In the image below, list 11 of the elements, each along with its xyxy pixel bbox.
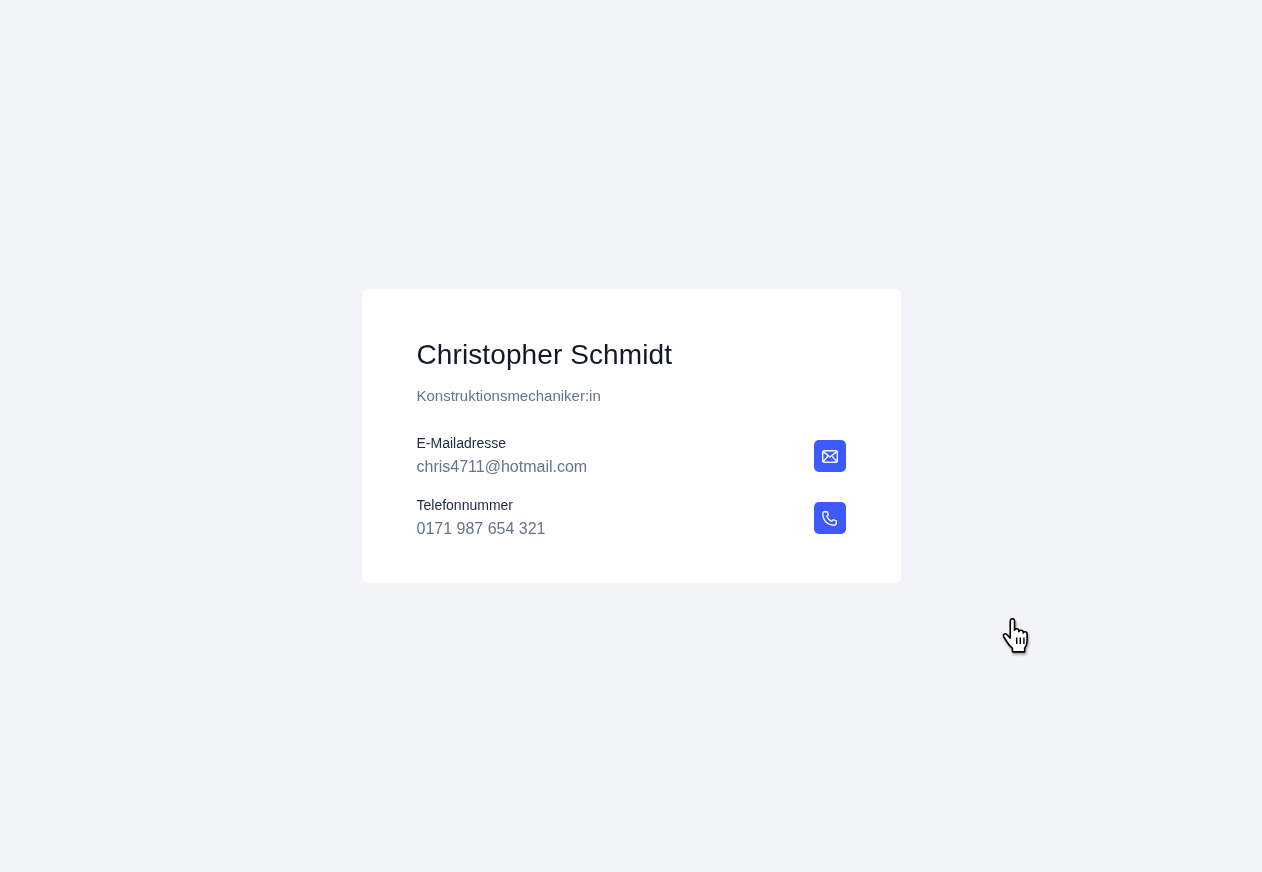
job-title: Konstruktionsmechaniker:in: [416, 386, 602, 406]
person-name: Christopher Schmidt: [416, 338, 674, 372]
contact-value: 0171 987 654 321: [416, 519, 546, 539]
contact-label: E-Mailadresse: [416, 434, 507, 453]
contact-label: Telefonnummer: [416, 496, 514, 515]
call-button[interactable]: [813, 502, 846, 534]
contact-value: chris4711@hotmail.com: [416, 457, 588, 477]
email-button[interactable]: [813, 440, 846, 472]
hand-cursor-icon: [1002, 618, 1030, 654]
envelope-icon: [821, 449, 838, 463]
phone-icon: [822, 510, 837, 526]
